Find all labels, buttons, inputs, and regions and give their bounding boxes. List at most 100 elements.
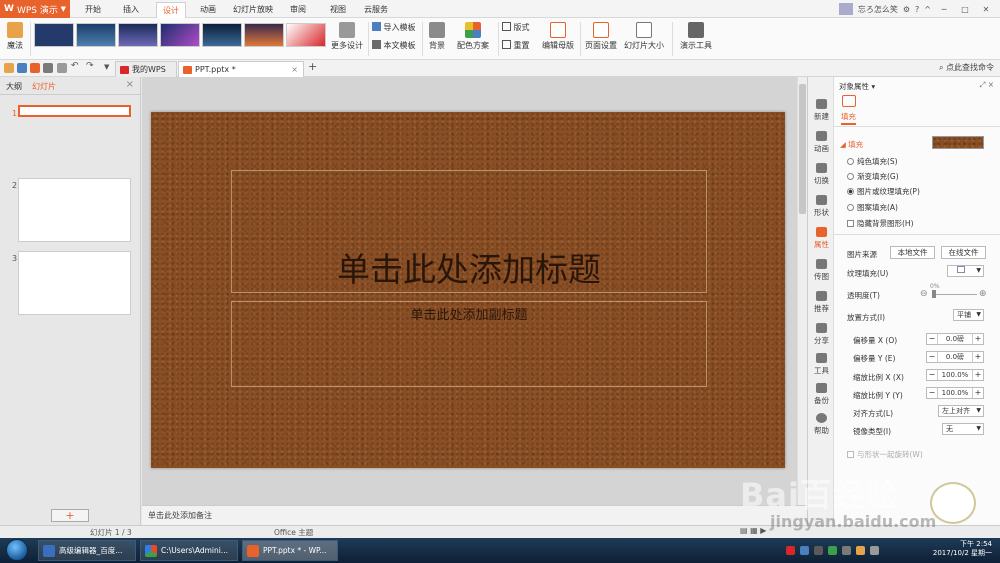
- close-icon[interactable]: ×: [126, 79, 134, 90]
- tray-icon[interactable]: [828, 546, 837, 555]
- taskbar-item-explorer[interactable]: C:\Users\Admini...: [140, 540, 238, 561]
- fill-option-gradient[interactable]: 渐变填充(G): [847, 171, 899, 182]
- arrow-up-icon[interactable]: ^: [924, 5, 931, 14]
- tray-icon[interactable]: [856, 546, 865, 555]
- redo-icon[interactable]: ↷: [86, 61, 96, 71]
- fill-option-pattern[interactable]: 图案填充(A): [847, 202, 898, 213]
- page-setup-button[interactable]: 页面设置: [584, 22, 618, 51]
- tab-my-wps[interactable]: 我的WPS: [115, 61, 177, 77]
- taskbar-item-wps[interactable]: PPT.pptx * - WP...: [242, 540, 338, 561]
- placement-dropdown[interactable]: 平铺 ▼: [953, 309, 984, 321]
- slide-thumb-1[interactable]: [18, 105, 131, 117]
- side-animation-button[interactable]: 动画: [808, 131, 835, 154]
- taskbar-item-editor[interactable]: 高级编辑器_百度...: [38, 540, 136, 561]
- design-thumb-7[interactable]: [286, 23, 326, 47]
- subtitle-placeholder[interactable]: 单击此处添加副标题: [231, 301, 707, 387]
- transparency-slider[interactable]: [932, 294, 977, 295]
- color-scheme-button[interactable]: 配色方案: [454, 22, 492, 51]
- decrement-button[interactable]: −: [927, 370, 938, 380]
- command-search[interactable]: ⌕ 点此查找命令: [939, 62, 994, 73]
- slide-thumb-2[interactable]: [18, 178, 131, 242]
- add-slide-button[interactable]: +: [51, 509, 89, 522]
- tab-review[interactable]: 审阅: [285, 2, 311, 18]
- help-icon[interactable]: ?: [915, 5, 919, 14]
- side-upload-image-button[interactable]: 传图: [808, 259, 835, 282]
- fill-preview-swatch[interactable]: [932, 136, 984, 149]
- design-thumb-5[interactable]: [202, 23, 242, 47]
- close-icon[interactable]: ×: [988, 80, 994, 89]
- side-new-button[interactable]: 新建: [808, 99, 835, 122]
- slider-handle[interactable]: [932, 290, 936, 298]
- tray-antivirus-icon[interactable]: [786, 546, 795, 555]
- increment-button[interactable]: +: [972, 370, 983, 380]
- offset-x-value[interactable]: 0.0磅: [939, 334, 971, 344]
- texture-dropdown[interactable]: ▼: [947, 265, 984, 277]
- maximize-button[interactable]: □: [957, 5, 973, 14]
- scale-x-stepper[interactable]: −100.0% +: [926, 369, 984, 381]
- chevron-down-icon[interactable]: ▼: [104, 63, 114, 73]
- increment-button[interactable]: +: [972, 352, 983, 362]
- preview-icon[interactable]: [57, 63, 67, 73]
- this-template-button[interactable]: 本文模板: [372, 40, 416, 51]
- clock[interactable]: 下午 2:54 2017/10/2 星期一: [933, 540, 992, 558]
- mirror-dropdown[interactable]: 无 ▼: [942, 423, 984, 435]
- view-buttons[interactable]: ▤ ▦ ▶: [740, 526, 766, 535]
- more-designs-button[interactable]: 更多设计: [330, 22, 364, 51]
- tab-fill[interactable]: 填充: [841, 111, 856, 125]
- notes-area[interactable]: 单击此处添加备注: [142, 505, 807, 525]
- print-icon[interactable]: [43, 63, 53, 73]
- tab-insert[interactable]: 插入: [118, 2, 144, 18]
- close-tab-icon[interactable]: ×: [291, 62, 298, 77]
- reset-button[interactable]: 重置: [502, 40, 530, 51]
- tab-outline[interactable]: 大纲: [6, 81, 22, 92]
- plus-icon[interactable]: ⊕: [979, 289, 987, 299]
- design-thumb-3[interactable]: [118, 23, 158, 47]
- design-thumb-4[interactable]: [160, 23, 200, 47]
- online-file-button[interactable]: 在线文件: [941, 246, 986, 259]
- decrement-button[interactable]: −: [927, 352, 938, 362]
- tab-slideshow[interactable]: 幻灯片放映: [230, 2, 276, 18]
- scale-y-value[interactable]: 100.0%: [939, 388, 971, 398]
- slide-thumb-3[interactable]: [18, 251, 131, 315]
- save-icon[interactable]: [30, 63, 40, 73]
- app-menu-button[interactable]: W WPS 演示 ▼: [0, 0, 70, 18]
- fill-option-picture[interactable]: 图片或纹理填充(P): [847, 186, 920, 197]
- design-thumb-1[interactable]: [34, 23, 74, 47]
- start-button[interactable]: [6, 539, 28, 561]
- current-slide[interactable]: 单击此处添加标题 单击此处添加副标题: [151, 112, 785, 468]
- add-tab-icon[interactable]: +: [308, 60, 317, 73]
- layout-button[interactable]: 版式: [502, 22, 530, 33]
- magic-button[interactable]: 魔法: [4, 22, 26, 51]
- offset-x-stepper[interactable]: −0.0磅 +: [926, 333, 984, 345]
- increment-button[interactable]: +: [972, 388, 983, 398]
- tab-ppt-file[interactable]: PPT.pptx * ×: [178, 61, 304, 77]
- tab-animation[interactable]: 动画: [194, 2, 222, 18]
- offset-y-value[interactable]: 0.0磅: [939, 352, 971, 362]
- background-button[interactable]: 背景: [426, 22, 448, 51]
- scale-y-stepper[interactable]: −100.0% +: [926, 387, 984, 399]
- minimize-button[interactable]: ─: [936, 5, 952, 14]
- tab-view[interactable]: 视图: [325, 2, 351, 18]
- open-icon[interactable]: [17, 63, 27, 73]
- scrollbar-thumb[interactable]: [799, 84, 806, 214]
- decrement-button[interactable]: −: [927, 334, 938, 344]
- vertical-scrollbar[interactable]: [797, 77, 807, 505]
- properties-header[interactable]: 对象属性 ▾: [839, 81, 875, 92]
- side-share-button[interactable]: 分享: [808, 323, 835, 346]
- side-tools-button[interactable]: 工具: [808, 353, 835, 376]
- undo-icon[interactable]: ↶: [71, 61, 81, 71]
- title-placeholder[interactable]: 单击此处添加标题: [231, 170, 707, 293]
- new-file-icon[interactable]: [4, 63, 14, 73]
- increment-button[interactable]: +: [972, 334, 983, 344]
- side-help-button[interactable]: 帮助: [808, 413, 835, 436]
- slide-size-button[interactable]: 幻灯片大小: [622, 22, 666, 51]
- design-thumb-2[interactable]: [76, 23, 116, 47]
- account-name[interactable]: 忘ろ怎么笑: [858, 4, 898, 15]
- pin-icon[interactable]: ⤢: [979, 80, 985, 89]
- side-transition-button[interactable]: 切换: [808, 163, 835, 186]
- decrement-button[interactable]: −: [927, 388, 938, 398]
- fill-section-header[interactable]: ◢ 填充: [840, 139, 863, 150]
- minus-icon[interactable]: ⊖: [920, 289, 928, 299]
- align-dropdown[interactable]: 左上对齐 ▼: [938, 405, 984, 417]
- tray-network-icon[interactable]: [800, 546, 809, 555]
